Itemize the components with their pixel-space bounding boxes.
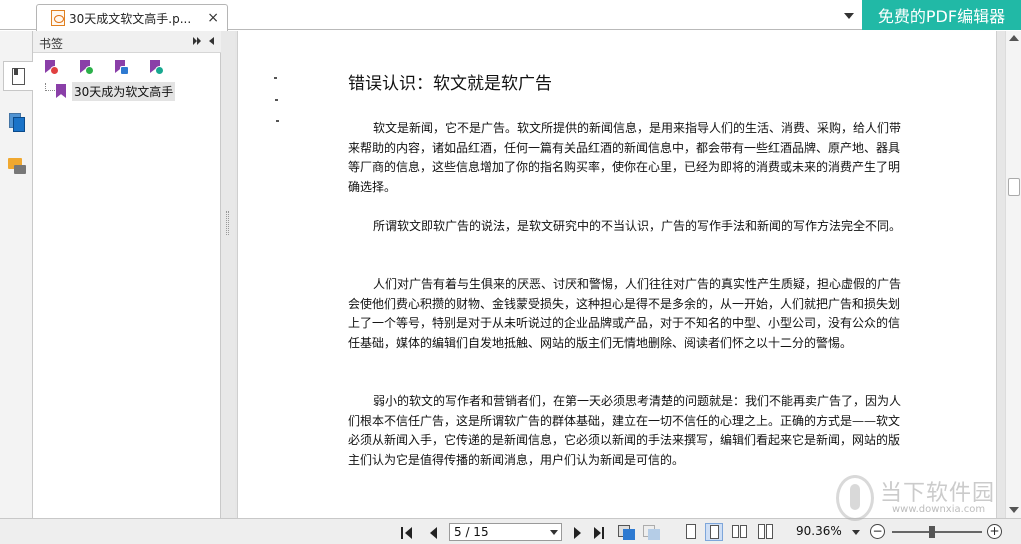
zoom-level[interactable]: 90.36% <box>796 524 842 538</box>
first-page-button[interactable] <box>400 524 416 540</box>
previous-page-button[interactable] <box>426 524 442 540</box>
scan-speck <box>276 120 279 122</box>
collapse-panel-icon[interactable] <box>193 37 203 47</box>
watermark-name: 当下软件园 <box>880 481 996 506</box>
scan-speck <box>274 77 277 79</box>
previous-view-icon[interactable] <box>618 523 636 541</box>
add-bookmark-icon[interactable] <box>78 60 94 76</box>
tab-list-dropdown-icon[interactable] <box>842 8 856 22</box>
document-paragraph: 人们对广告有着与生俱来的厌恶、讨厌和警惕，人们往往对广告的真实性产生质疑，担心虚… <box>348 277 902 350</box>
scan-speck <box>275 99 278 101</box>
bookmark-item[interactable]: 30天成为软文高手 <box>56 81 176 101</box>
bookmarks-panel-icon[interactable] <box>3 61 33 91</box>
pdf-file-icon <box>51 10 65 26</box>
document-paragraph: 软文是新闻，它不是广告。软文所提供的新闻信息，是用来指导人们的生活、消费、采购，… <box>348 121 902 194</box>
pdf-reader-window: 30天成文软文高手.p... × 免费的PDF编辑器 书签 30天成为软文高手 <box>0 0 1021 544</box>
bookmark-item-label: 30天成为软文高手 <box>72 81 176 101</box>
document-view[interactable]: 错误认识：软文就是软广告 软文是新闻，它不是广告。软文所提供的新闻信息，是用来指… <box>235 31 1005 518</box>
panel-splitter[interactable] <box>221 31 235 518</box>
bookmark-flag-icon <box>56 84 66 98</box>
expand-bookmark-icon[interactable] <box>148 60 164 76</box>
side-rail <box>0 31 33 518</box>
scroll-down-icon[interactable] <box>1009 507 1019 513</box>
continuous-facing-layout-icon[interactable] <box>757 523 775 541</box>
free-pdf-editor-button[interactable]: 免费的PDF编辑器 <box>862 0 1021 30</box>
site-watermark: 当下软件园 www.downxia.com <box>836 473 1006 523</box>
document-heading: 错误认识：软文就是软广告 <box>348 74 552 94</box>
page-number-field[interactable]: 5 / 15 <box>449 523 562 541</box>
chevron-down-icon[interactable] <box>550 530 558 535</box>
next-page-button[interactable] <box>569 524 585 540</box>
pdf-page: 错误认识：软文就是软广告 软文是新闻，它不是广告。软文所提供的新闻信息，是用来指… <box>237 31 997 518</box>
zoom-dropdown-icon[interactable] <box>852 530 860 535</box>
tab-bar: 30天成文软文高手.p... × 免费的PDF编辑器 <box>0 0 1021 31</box>
scroll-up-icon[interactable] <box>1009 35 1019 41</box>
bookmarks-panel: 书签 30天成为软文高手 <box>33 31 221 518</box>
single-page-layout-icon[interactable] <box>682 523 700 541</box>
document-tab-title: 30天成文软文高手.p... <box>69 11 192 26</box>
document-paragraph: 弱小的软文的写作者和营销者们，在第一天必须思考清楚的问题就是：我们不能再卖广告了… <box>348 394 902 467</box>
comments-panel-icon[interactable] <box>3 153 30 183</box>
page-number-value: 5 / 15 <box>454 525 489 539</box>
watermark-url: www.downxia.com <box>892 504 986 515</box>
close-tab-icon[interactable]: × <box>207 10 219 26</box>
facing-layout-icon[interactable] <box>731 523 749 541</box>
bookmarks-panel-title: 书签 <box>39 37 64 51</box>
document-tab[interactable]: 30天成文软文高手.p... × <box>36 4 228 31</box>
delete-bookmark-icon[interactable] <box>43 60 59 76</box>
zoom-slider-thumb[interactable] <box>929 526 935 538</box>
next-view-icon[interactable] <box>643 523 661 541</box>
watermark-logo-icon <box>836 475 874 521</box>
document-paragraph: 所谓软文即软广告的说法，是软文研究中的不当认识，广告的写作手法和新闻的写作方法完… <box>373 219 902 233</box>
continuous-layout-icon[interactable] <box>705 523 723 541</box>
move-bookmark-icon[interactable] <box>113 60 129 76</box>
hide-panel-icon[interactable] <box>209 37 217 47</box>
zoom-in-button[interactable]: + <box>987 524 1002 539</box>
zoom-slider[interactable] <box>892 531 982 533</box>
vertical-scrollbar[interactable] <box>1005 31 1021 518</box>
scrollbar-thumb[interactable] <box>1008 178 1020 196</box>
page-thumbnails-icon[interactable] <box>3 109 30 139</box>
zoom-out-button[interactable]: − <box>870 524 885 539</box>
last-page-button[interactable] <box>592 524 608 540</box>
bookmarks-panel-header: 书签 <box>33 31 221 53</box>
